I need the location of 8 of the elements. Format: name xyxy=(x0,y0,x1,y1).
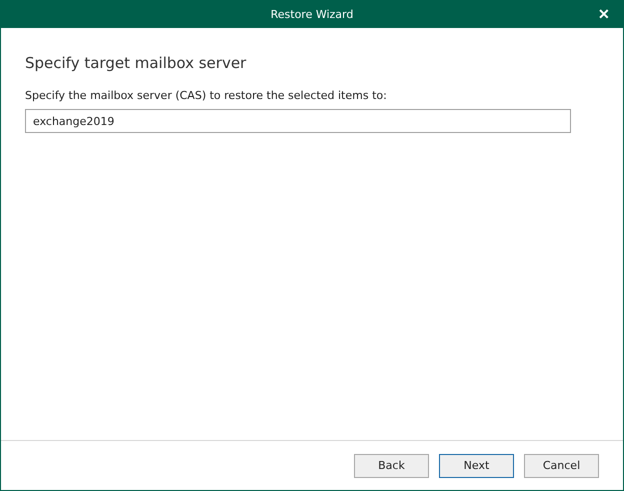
window-title: Restore Wizard xyxy=(270,8,354,20)
page-heading: Specify target mailbox server xyxy=(25,54,248,72)
wizard-button[interactable]: Next xyxy=(439,454,514,478)
wizard-button[interactable]: Cancel xyxy=(524,454,599,478)
server-input-field[interactable]: exchange2019 xyxy=(25,109,571,133)
close-button[interactable]: ✕ xyxy=(598,5,610,23)
wizard-button[interactable]: Back xyxy=(354,454,429,478)
field-label: Specify the mailbox server (CAS) to restore the selected items to: xyxy=(25,89,388,102)
